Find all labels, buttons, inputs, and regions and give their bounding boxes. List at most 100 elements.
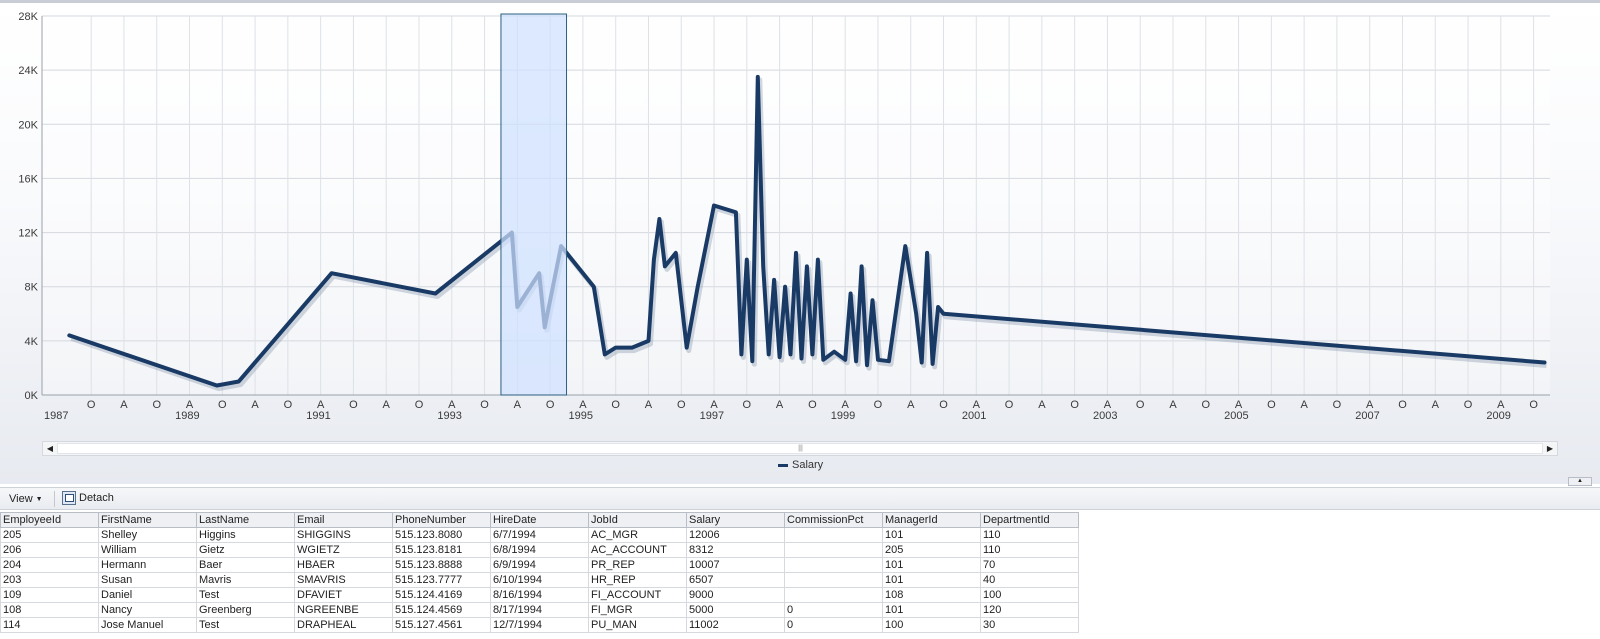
- data-point[interactable]: [674, 251, 678, 255]
- table-cell[interactable]: 11002: [686, 617, 785, 633]
- data-point[interactable]: [739, 352, 743, 356]
- table-row[interactable]: 205 Shelley Higgins SHIGGINS 515.123.8080 6/7…: [0, 527, 1079, 543]
- data-point[interactable]: [799, 356, 803, 360]
- column-header[interactable]: ManagerId: [882, 512, 981, 528]
- table-cell[interactable]: FI_ACCOUNT: [588, 587, 687, 603]
- table-cell[interactable]: 110: [980, 527, 1079, 543]
- table-cell[interactable]: 0: [784, 602, 883, 618]
- table-cell[interactable]: 6/8/1994: [490, 542, 589, 558]
- data-point[interactable]: [734, 210, 738, 214]
- table-cell[interactable]: 6/9/1994: [490, 557, 589, 573]
- data-point[interactable]: [630, 346, 634, 350]
- table-cell[interactable]: 12/7/1994: [490, 617, 589, 633]
- data-point[interactable]: [903, 244, 907, 248]
- table-cell[interactable]: Baer: [196, 557, 295, 573]
- table-cell[interactable]: 515.123.8888: [392, 557, 491, 573]
- salary-line-chart[interactable]: 0K 4K 8K 12K 16K 20K 24K 28K O A O A O A O A O A O A O A O A O A O…: [0, 3, 1600, 439]
- table-cell[interactable]: 0: [784, 617, 883, 633]
- chart-horizontal-scrollbar[interactable]: ◀ ||||| ▶: [42, 441, 1558, 456]
- data-point[interactable]: [936, 305, 940, 309]
- data-point[interactable]: [1543, 361, 1547, 365]
- table-cell[interactable]: William: [98, 542, 197, 558]
- table-cell[interactable]: [784, 572, 883, 588]
- scrollbar-thumb[interactable]: |||||: [57, 443, 1543, 454]
- table-cell[interactable]: 101: [882, 572, 981, 588]
- table-cell[interactable]: [784, 527, 883, 543]
- table-row[interactable]: 203 Susan Mavris SMAVRIS 515.123.7777 6/10/19…: [0, 572, 1079, 588]
- scroll-left-arrow-icon[interactable]: ◀: [43, 442, 57, 455]
- table-cell[interactable]: 206: [0, 542, 99, 558]
- table-cell[interactable]: 100: [882, 617, 981, 633]
- table-cell[interactable]: DRAPHEAL: [294, 617, 393, 633]
- table-cell[interactable]: 205: [882, 542, 981, 558]
- table-cell[interactable]: 109: [0, 587, 99, 603]
- table-cell[interactable]: 8/16/1994: [490, 587, 589, 603]
- data-point[interactable]: [778, 355, 782, 359]
- table-cell[interactable]: 515.127.4561: [392, 617, 491, 633]
- column-header[interactable]: Salary: [686, 512, 785, 528]
- table-row[interactable]: 204 Hermann Baer HBAER 515.123.8888 6/9/1994 P…: [0, 557, 1079, 573]
- data-point[interactable]: [865, 363, 869, 367]
- table-cell[interactable]: 515.124.4569: [392, 602, 491, 618]
- data-point[interactable]: [805, 264, 809, 268]
- table-cell[interactable]: 101: [882, 602, 981, 618]
- data-point[interactable]: [816, 258, 820, 262]
- data-point[interactable]: [920, 361, 924, 365]
- column-header[interactable]: CommissionPct: [784, 512, 883, 528]
- data-point[interactable]: [663, 264, 667, 268]
- data-point[interactable]: [772, 278, 776, 282]
- data-point[interactable]: [832, 350, 836, 354]
- table-cell[interactable]: 108: [0, 602, 99, 618]
- table-cell[interactable]: 70: [980, 557, 1079, 573]
- column-header[interactable]: DepartmentId: [980, 512, 1079, 528]
- column-header[interactable]: LastName: [196, 512, 295, 528]
- data-point[interactable]: [215, 384, 219, 388]
- table-cell[interactable]: 6/10/1994: [490, 572, 589, 588]
- data-point[interactable]: [870, 298, 874, 302]
- table-cell[interactable]: 101: [882, 527, 981, 543]
- data-point[interactable]: [794, 251, 798, 255]
- table-cell[interactable]: PR_REP: [588, 557, 687, 573]
- data-point[interactable]: [854, 359, 858, 363]
- table-cell[interactable]: 8312: [686, 542, 785, 558]
- data-point[interactable]: [810, 352, 814, 356]
- table-cell[interactable]: 9000: [686, 587, 785, 603]
- data-point[interactable]: [914, 312, 918, 316]
- data-point[interactable]: [756, 75, 760, 79]
- table-cell[interactable]: Gietz: [196, 542, 295, 558]
- table-row[interactable]: 108 Nancy Greenberg NGREENBE 515.124.4569 8/1…: [0, 602, 1079, 618]
- column-header[interactable]: FirstName: [98, 512, 197, 528]
- data-point[interactable]: [849, 291, 853, 295]
- table-cell[interactable]: 203: [0, 572, 99, 588]
- data-point[interactable]: [696, 285, 700, 289]
- view-menu-button[interactable]: View ▼: [9, 493, 43, 505]
- table-cell[interactable]: 100: [980, 587, 1079, 603]
- data-point[interactable]: [603, 352, 607, 356]
- table-cell[interactable]: 515.124.4169: [392, 587, 491, 603]
- table-cell[interactable]: Test: [196, 617, 295, 633]
- data-point[interactable]: [592, 285, 596, 289]
- table-cell[interactable]: Mavris: [196, 572, 295, 588]
- data-point[interactable]: [237, 379, 241, 383]
- table-cell[interactable]: AC_MGR: [588, 527, 687, 543]
- scroll-right-arrow-icon[interactable]: ▶: [1543, 442, 1557, 455]
- table-cell[interactable]: Susan: [98, 572, 197, 588]
- table-cell[interactable]: NGREENBE: [294, 602, 393, 618]
- table-cell[interactable]: 8/17/1994: [490, 602, 589, 618]
- table-cell[interactable]: SHIGGINS: [294, 527, 393, 543]
- table-cell[interactable]: 108: [882, 587, 981, 603]
- data-point[interactable]: [614, 346, 618, 350]
- table-cell[interactable]: 515.123.8181: [392, 542, 491, 558]
- table-cell[interactable]: DFAVIET: [294, 587, 393, 603]
- data-point[interactable]: [433, 291, 437, 295]
- table-cell[interactable]: 515.123.7777: [392, 572, 491, 588]
- table-cell[interactable]: 120: [980, 602, 1079, 618]
- data-point[interactable]: [887, 359, 891, 363]
- table-cell[interactable]: PU_MAN: [588, 617, 687, 633]
- table-cell[interactable]: 204: [0, 557, 99, 573]
- data-point[interactable]: [67, 333, 71, 337]
- table-cell[interactable]: Jose Manuel: [98, 617, 197, 633]
- table-row[interactable]: 206 William Gietz WGIETZ 515.123.8181 6/8/199…: [0, 542, 1079, 558]
- data-point[interactable]: [783, 285, 787, 289]
- data-point[interactable]: [685, 346, 689, 350]
